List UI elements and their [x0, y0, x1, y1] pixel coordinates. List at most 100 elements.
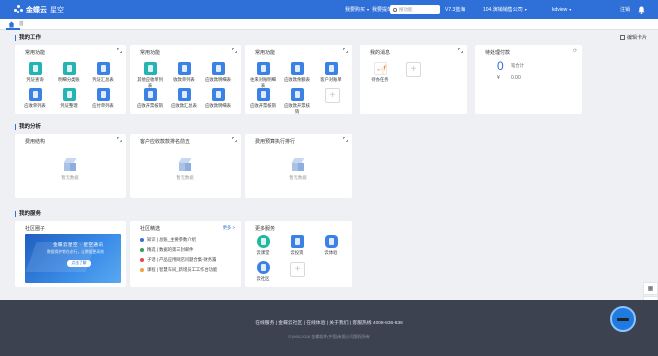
app-label: 凭证查询	[26, 77, 44, 82]
document-icon	[177, 62, 191, 75]
company-selector[interactable]: 104.演销销售公司 ▾	[483, 0, 527, 19]
featured-list: 知识 | 总账_主要参数介绍 精选 | 数据的第三封邮件 子话 | 产品应用网店…	[140, 235, 238, 275]
expand-icon[interactable]	[232, 137, 237, 142]
expand-icon[interactable]	[458, 48, 463, 53]
card-title: 费用结构	[25, 139, 46, 145]
app-ledger-detail[interactable]: 明细分类账	[56, 62, 82, 83]
chat-icon	[324, 235, 338, 248]
app-invoice-writeoff[interactable]: 应收开票核销	[137, 88, 163, 109]
document-icon	[211, 88, 225, 101]
service-cloud-invest[interactable]: 云投资	[284, 235, 310, 256]
search-input[interactable]: 搜功能	[390, 5, 440, 14]
document-icon	[143, 88, 157, 101]
app-invoice-writeoff-2[interactable]: 应收开票核销	[250, 88, 276, 109]
community-banner[interactable]: 金蝶云星空 · 星空通讯 数据保护势在必行，让数据更高效 点击了解	[25, 234, 121, 283]
edit-card-label: 编辑卡片	[627, 35, 648, 41]
app-receivable-list[interactable]: 应收单列表	[22, 88, 48, 109]
pending-count-label: 笔合计	[511, 63, 524, 68]
nav-order-text: 我要提单	[372, 7, 393, 13]
chat-assistant-button[interactable]	[610, 306, 636, 332]
edit-icon	[620, 35, 625, 40]
search-placeholder: 搜功能	[399, 6, 413, 12]
bullet-icon	[140, 248, 144, 252]
app-receivable-detail[interactable]: 应收款明细表	[205, 62, 231, 83]
nav-order-item[interactable]: 我要提单 ▾	[372, 0, 396, 19]
brand-name: 金蝶云	[26, 6, 47, 14]
list-item[interactable]: 课程 | 智慧车间_新增员工工作台功能	[140, 265, 238, 275]
service-cloud-community[interactable]: 云社区	[250, 261, 276, 282]
todo-task-item[interactable]: 待办任务	[367, 62, 393, 83]
brand-logo[interactable]: 金蝶云 星空	[14, 5, 64, 15]
app-receivable-balance[interactable]: 应收款余额表	[284, 62, 310, 83]
app-invoice-writeoff-3[interactable]: 应收款开票核销	[284, 88, 310, 115]
document-icon	[324, 62, 338, 75]
bullet-icon	[140, 258, 144, 262]
user-icon	[290, 235, 304, 248]
add-message-button[interactable]: +	[406, 62, 421, 77]
qr-icon[interactable]: ▦	[643, 282, 658, 295]
banner-button[interactable]: 点击了解	[67, 260, 91, 267]
app-label: 云课堂	[256, 250, 270, 255]
nav-buy[interactable]: 我要购买 ▾	[345, 0, 369, 19]
list-item[interactable]: 精选 | 数据的第三封邮件	[140, 245, 238, 255]
expand-icon[interactable]	[343, 48, 348, 53]
add-app-button[interactable]: +	[325, 88, 340, 103]
app-label: 应收款明细表	[205, 77, 231, 82]
app-voucher-organize[interactable]: 凭证整理	[56, 88, 82, 109]
document-icon	[290, 62, 304, 75]
empty-state: 暂无数据	[50, 158, 90, 181]
app-label: 应收开票核销	[250, 103, 276, 108]
community-icon	[256, 261, 270, 274]
empty-box-icon	[178, 158, 192, 172]
app-receipt-list[interactable]: 收款单列表	[171, 62, 197, 83]
refresh-icon[interactable]: ⟳	[573, 48, 578, 54]
service-cloud-experience[interactable]: 云体验	[318, 235, 344, 256]
list-item[interactable]: 知识 | 总账_主要参数介绍	[140, 235, 238, 245]
app-reconcile-detail[interactable]: 往来对账明细表	[250, 62, 276, 89]
app-label: 云体验	[324, 250, 338, 255]
document-icon	[211, 62, 225, 75]
logout-label: 注销	[620, 7, 631, 13]
app-label: 其他应收单列表	[137, 77, 163, 88]
section-my-service: 我的服务	[15, 211, 41, 217]
item-text: 精选 | 数据的第三封邮件	[147, 247, 194, 252]
app-voucher-summary[interactable]: 凭证汇总表	[90, 62, 116, 83]
edit-card-button[interactable]: 编辑卡片	[620, 34, 647, 41]
footer-copyright: ©1993-2018 金蝶软件(中国)有限公司版权所有	[288, 334, 370, 339]
expand-icon[interactable]	[117, 48, 122, 53]
tab-indicator	[6, 28, 20, 30]
bell-icon[interactable]	[638, 0, 645, 19]
app-label: 应收款余额表	[284, 77, 310, 82]
home-icon[interactable]	[8, 21, 15, 28]
document-icon	[96, 62, 110, 75]
logout-link[interactable]: 注销	[620, 0, 630, 19]
empty-box-icon	[291, 158, 305, 172]
service-cloud-classroom[interactable]: 云课堂	[250, 235, 276, 256]
empty-text: 暂无数据	[61, 175, 79, 180]
messages-card: 我的消息 待办任务 +	[360, 45, 467, 114]
list-item[interactable]: 子话 | 产品应用网店问题合集-财务篇	[140, 255, 238, 265]
more-link[interactable]: 更多 >	[223, 225, 235, 231]
expand-icon[interactable]	[117, 137, 122, 142]
app-payable-list[interactable]: 应付单列表	[90, 88, 116, 109]
app-receivable-detail-2[interactable]: 应收款明细表	[205, 88, 231, 109]
expand-icon[interactable]	[343, 137, 348, 142]
add-service-button[interactable]: +	[290, 262, 305, 277]
expand-icon[interactable]	[232, 48, 237, 53]
tab-home[interactable]: 首	[19, 21, 24, 27]
app-label: 应收开票核销	[137, 103, 163, 108]
footer-links[interactable]: 在线服务 | 金蝶云社区 | 在线体验 | 关于我们 | 客服热线 4008-8…	[0, 319, 658, 326]
empty-state: 暂无数据	[278, 158, 318, 181]
section-my-work: 我的工作	[15, 35, 41, 41]
tab-bar: 首	[0, 19, 658, 30]
app-label: 收款单列表	[173, 77, 195, 82]
document-icon	[256, 88, 270, 101]
user-menu[interactable]: kdview ▾	[552, 0, 571, 19]
app-voucher-query[interactable]: 凭证查询	[22, 62, 48, 83]
app-other-receivable[interactable]: 其他应收单列表	[137, 62, 163, 89]
pending-payment-card: 待处理付款 ⟳ 0 笔合计 ¥ 0.00	[475, 45, 582, 114]
app-customer-statement[interactable]: 客户对账单	[318, 62, 344, 83]
item-text: 课程 | 智慧车间_新增员工工作台功能	[147, 267, 218, 272]
app-receivable-summary[interactable]: 应收款汇总表	[171, 88, 197, 109]
app-label: 明细分类账	[58, 77, 80, 82]
